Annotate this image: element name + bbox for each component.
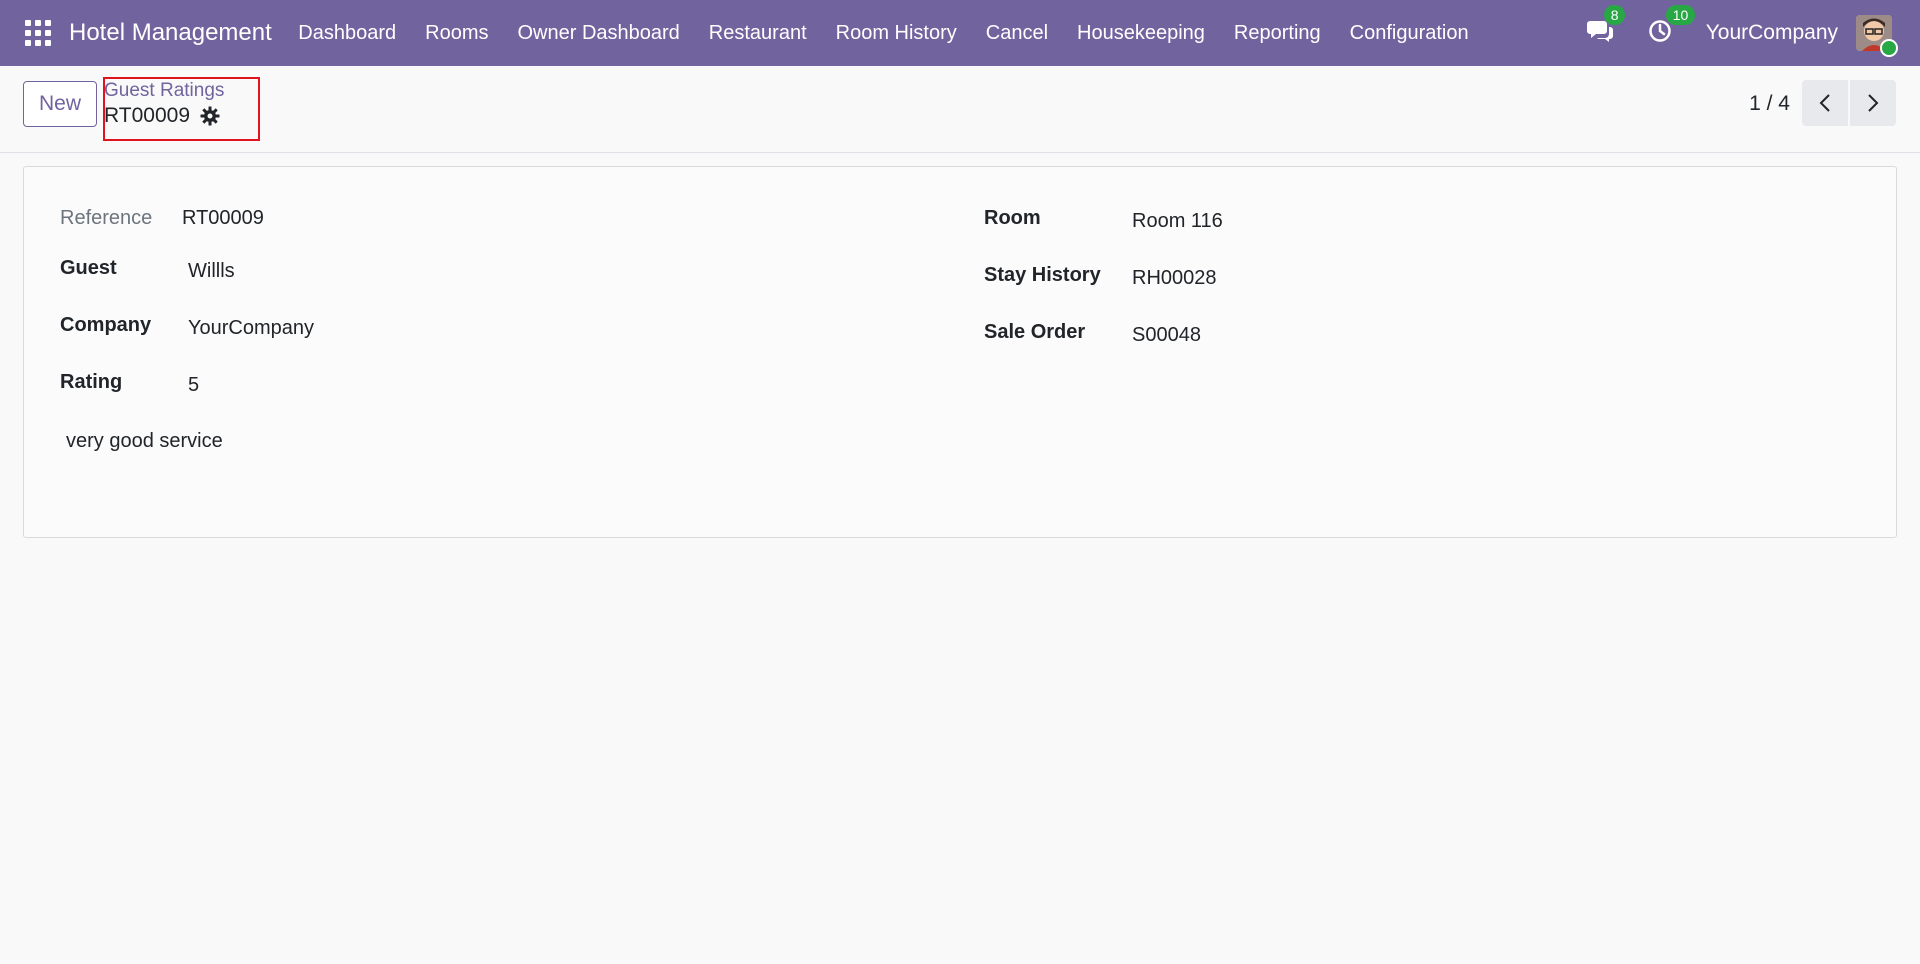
record-title: RT00009 [104,104,191,127]
reference-label: Reference [60,207,153,229]
messages-button[interactable]: 8 [1586,4,1626,48]
menu-rooms[interactable]: Rooms [411,22,503,45]
top-navbar: Hotel Management Dashboard Rooms Owner D… [0,0,1920,66]
breadcrumb-parent-link[interactable]: Guest Ratings [104,80,224,102]
stay-history-field[interactable]: RH00028 [1132,267,1217,290]
chevron-left-icon [1819,94,1830,112]
messages-count-badge: 8 [1603,4,1626,25]
main-menu: Dashboard Rooms Owner Dashboard Restaura… [284,22,1483,45]
activities-button[interactable]: 10 [1648,4,1696,48]
pager-previous-button[interactable] [1802,80,1848,126]
company-field[interactable]: YourCompany [188,317,314,340]
comment-field[interactable]: very good service [66,430,223,453]
breadcrumb-current: RT00009 [104,104,220,128]
company-label: Company [60,314,152,336]
user-avatar[interactable] [1856,15,1898,57]
gear-icon[interactable] [200,106,220,126]
apps-menu-icon[interactable] [25,20,51,46]
clock-icon [1648,19,1672,48]
menu-owner-dashboard[interactable]: Owner Dashboard [503,22,694,45]
rating-label: Rating [60,371,123,393]
sale-order-field[interactable]: S00048 [1132,324,1201,347]
activities-count-badge: 10 [1665,4,1696,25]
app-brand[interactable]: Hotel Management [69,19,272,47]
guest-label: Guest [60,257,117,279]
room-label: Room [984,207,1041,229]
menu-housekeeping[interactable]: Housekeeping [1063,22,1220,45]
menu-dashboard[interactable]: Dashboard [284,22,411,45]
systray: 8 10 YourCompany [1586,0,1920,66]
new-button[interactable]: New [23,81,97,127]
guest-field[interactable]: Willls [188,260,235,283]
control-panel: New Guest Ratings RT00009 1 / 4 [0,66,1920,153]
stay-history-label: Stay History [984,264,1101,286]
menu-cancel[interactable]: Cancel [971,22,1062,45]
pager-value[interactable]: 1 / 4 [1749,92,1790,116]
chevron-right-icon [1868,94,1879,112]
online-status-icon [1880,39,1898,57]
menu-restaurant[interactable]: Restaurant [694,22,821,45]
room-field[interactable]: Room 116 [1132,210,1223,233]
reference-value: RT00009 [182,207,264,229]
sale-order-label: Sale Order [984,321,1086,343]
menu-room-history[interactable]: Room History [821,22,971,45]
form-sheet: Reference RT00009 Guest Willls Company Y… [23,166,1897,538]
menu-reporting[interactable]: Reporting [1219,22,1335,45]
menu-configuration[interactable]: Configuration [1335,22,1483,45]
pager-next-button[interactable] [1850,80,1896,126]
rating-field[interactable]: 5 [188,374,199,397]
company-switcher[interactable]: YourCompany [1706,21,1838,45]
